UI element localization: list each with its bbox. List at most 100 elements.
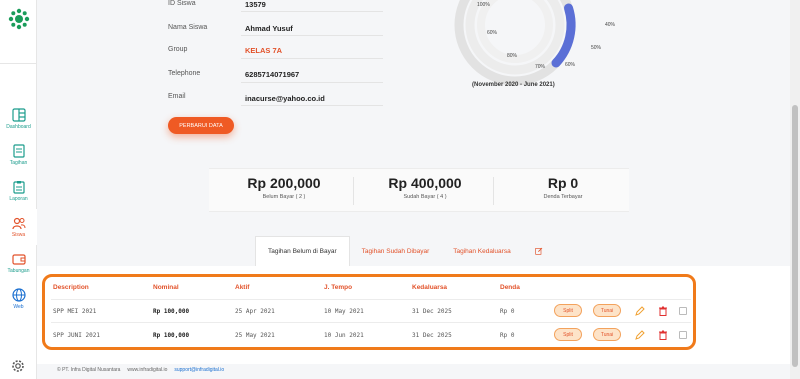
cell-denda: Rp 0 — [500, 332, 515, 339]
field-label-id: ID Siswa — [168, 0, 196, 7]
header-description: Description — [53, 284, 89, 291]
summary-divider — [353, 177, 354, 205]
sidebar-item-label: Dashboard — [6, 124, 31, 130]
invoice-tabs: Tagihan Belum di Bayar Tagihan Sudah Dib… — [255, 236, 555, 266]
tunai-button[interactable]: Tunai — [593, 328, 621, 341]
cell-kedaluarsa: 31 Dec 2025 — [412, 308, 452, 315]
header-kedaluarsa: Kedaluarsa — [412, 284, 448, 291]
cell-tempo: 10 May 2021 — [324, 308, 364, 315]
cell-kedaluarsa: 31 Dec 2025 — [412, 332, 452, 339]
trash-icon[interactable] — [658, 306, 668, 316]
edit-icon[interactable] — [635, 330, 645, 340]
row-checkbox[interactable] — [679, 331, 687, 339]
edit-icon[interactable] — [635, 306, 645, 316]
sidebar-item-label: Siswa — [11, 232, 26, 238]
summary-amount: Rp 0 — [547, 175, 579, 191]
cell-description: SPP JUNI 2021 — [53, 332, 100, 339]
sidebar-item-tagihan[interactable]: Tagihan — [0, 137, 37, 173]
progress-period: (November 2020 - June 2021) — [472, 82, 555, 88]
footer-company: © PT. Infra Digital Nusantara — [57, 367, 121, 373]
cell-aktif: 25 Apr 2021 — [235, 308, 275, 315]
sidebar-item-label: Laporan — [9, 196, 28, 202]
dashboard-icon — [11, 108, 26, 122]
summary-unpaid: Rp 200,000 Belum Bayar ( 2 ) — [214, 175, 354, 200]
edit-tab-button[interactable] — [523, 236, 555, 266]
footer: © PT. Infra Digital Nusantara www.infrad… — [57, 367, 224, 373]
sidebar-item-label: Web — [13, 304, 24, 310]
payment-summary: Rp 200,000 Belum Bayar ( 2 ) Rp 400,000 … — [209, 168, 629, 212]
footer-site[interactable]: www.infradigital.io — [127, 367, 167, 373]
trash-icon[interactable] — [658, 330, 668, 340]
summary-label: Belum Bayar ( 2 ) — [262, 194, 306, 200]
sidebar-item-tabungan[interactable]: Tabungan — [0, 245, 37, 281]
field-divider — [241, 11, 383, 12]
field-label-telephone: Telephone — [168, 70, 201, 77]
field-value-telephone: 6285714071967 — [245, 70, 300, 79]
summary-label: Denda Terbayar — [543, 194, 583, 200]
cell-aktif: 25 May 2021 — [235, 332, 275, 339]
header-divider — [51, 299, 691, 300]
tab-expired[interactable]: Tagihan Kedaluarsa — [441, 236, 522, 266]
summary-fines: Rp 0 Denda Terbayar — [493, 175, 633, 200]
field-divider — [241, 105, 383, 106]
cell-description: SPP MEI 2021 — [53, 308, 97, 315]
sidebar-divider — [0, 63, 37, 64]
tunai-button[interactable]: Tunai — [593, 304, 621, 317]
cell-tempo: 10 Jun 2021 — [324, 332, 364, 339]
progress-tick: 40% — [605, 22, 616, 28]
row-checkbox[interactable] — [679, 307, 687, 315]
progress-tick: 70% — [535, 64, 546, 70]
invoice-table: Description Nominal Aktif J. Tempo Kedal… — [37, 266, 790, 364]
footer-email-link[interactable]: support@infradigital.io — [174, 367, 224, 373]
field-divider — [241, 58, 383, 59]
progress-tick: 100% — [477, 2, 490, 8]
gear-icon[interactable] — [11, 359, 25, 373]
sidebar-item-web[interactable]: Web — [0, 281, 37, 317]
field-divider — [241, 35, 383, 36]
header-aktif: Aktif — [235, 284, 250, 291]
sidebar-item-siswa[interactable]: Siswa — [0, 209, 37, 245]
field-value-name: Ahmad Yusuf — [245, 24, 293, 33]
report-icon — [12, 181, 25, 194]
invoice-icon — [12, 144, 25, 158]
cell-denda: Rp 0 — [500, 308, 515, 315]
header-denda: Denda — [500, 284, 520, 291]
sidebar-item-label: Tabungan — [7, 268, 30, 274]
savings-icon — [11, 254, 26, 265]
edit-icon — [535, 247, 543, 255]
globe-icon — [11, 288, 26, 302]
field-label-group: Group — [168, 46, 188, 53]
progress-tick: 60% — [565, 62, 576, 68]
students-icon — [11, 217, 25, 230]
page-scrollbar[interactable] — [790, 0, 800, 379]
progress-tick: 80% — [507, 53, 518, 59]
sidebar-item-dashboard[interactable]: Dashboard — [0, 101, 37, 137]
payment-progress-chart — [454, 0, 576, 86]
field-value-id: 13579 — [245, 0, 266, 9]
sidebar-item-laporan[interactable]: Laporan — [0, 173, 37, 209]
progress-tick: 60% — [487, 30, 498, 36]
split-button[interactable]: Split — [554, 304, 582, 317]
row-divider — [51, 322, 691, 323]
update-data-button[interactable]: PERBARUI DATA — [168, 117, 234, 134]
cell-nominal: Rp 100,000 — [153, 332, 190, 339]
summary-paid: Rp 400,000 Sudah Bayar ( 4 ) — [355, 175, 495, 200]
sidebar: Dashboard Tagihan Laporan Siswa Tabungan… — [0, 0, 37, 379]
field-label-email: Email — [168, 93, 186, 100]
app-window: Dashboard Tagihan Laporan Siswa Tabungan… — [0, 0, 800, 379]
header-tempo: J. Tempo — [324, 284, 353, 291]
tab-paid[interactable]: Tagihan Sudah Dibayar — [350, 236, 442, 266]
app-logo-icon[interactable] — [8, 8, 30, 30]
tab-unpaid[interactable]: Tagihan Belum di Bayar — [255, 236, 350, 266]
split-button[interactable]: Split — [554, 328, 582, 341]
field-value-email: inacurse@yahoo.co.id — [245, 94, 325, 103]
field-divider — [241, 82, 383, 83]
field-value-group: KELAS 7A — [245, 46, 283, 55]
scrollbar-thumb[interactable] — [792, 105, 798, 367]
student-profile: ID Siswa 13579 Nama Siswa Ahmad Yusuf Gr… — [37, 0, 790, 160]
field-label-name: Nama Siswa — [168, 24, 208, 31]
sidebar-item-label: Tagihan — [9, 160, 28, 166]
summary-amount: Rp 400,000 — [388, 175, 462, 191]
header-nominal: Nominal — [153, 284, 179, 291]
cell-nominal: Rp 100,000 — [153, 308, 190, 315]
